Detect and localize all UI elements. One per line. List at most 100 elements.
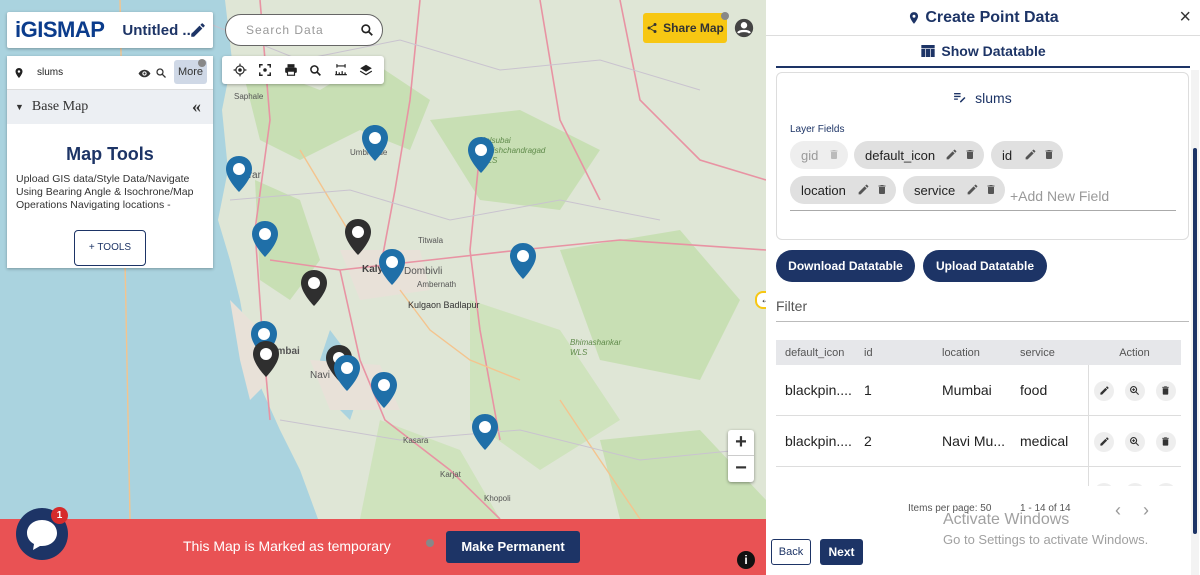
app-logo: iGISMAP xyxy=(15,17,105,42)
row-actions xyxy=(1088,467,1181,486)
measure-icon[interactable] xyxy=(334,63,348,77)
add-new-field-input[interactable]: +Add New Field xyxy=(1010,188,1109,204)
map-pin-icon[interactable] xyxy=(300,269,328,307)
map-pin-icon[interactable] xyxy=(225,155,253,193)
edit-row-button[interactable] xyxy=(1094,380,1115,401)
edit-row-button[interactable] xyxy=(1094,482,1115,486)
table-row[interactable]: blackpin 3 thane drainage xyxy=(776,467,1181,486)
row-actions xyxy=(1088,365,1181,416)
field-chip-id[interactable]: id xyxy=(991,141,1063,169)
location-pin-icon xyxy=(910,11,919,24)
edit-note-icon xyxy=(954,93,966,103)
map-pin-icon[interactable] xyxy=(378,248,406,286)
create-point-panel: Create Point Data × Show Datatable slums… xyxy=(766,0,1200,575)
search-icon[interactable] xyxy=(360,23,374,37)
show-datatable-label: Show Datatable xyxy=(941,43,1046,59)
layer-row[interactable]: slums More xyxy=(7,56,213,90)
delete-row-button[interactable] xyxy=(1155,380,1176,401)
banner-indicator-dot xyxy=(426,539,434,547)
temporary-map-message: This Map is Marked as temporary xyxy=(183,538,391,554)
fullscreen-icon[interactable] xyxy=(258,63,272,77)
table-header: default_icon id location service Action xyxy=(776,340,1181,365)
map-pin-icon[interactable] xyxy=(467,136,495,174)
col-default-icon[interactable]: default_icon xyxy=(776,347,855,359)
delete-row-button[interactable] xyxy=(1155,431,1176,452)
pencil-icon[interactable] xyxy=(189,21,207,39)
locate-icon[interactable] xyxy=(233,63,247,77)
delete-icon[interactable] xyxy=(964,148,976,161)
download-datatable-button[interactable]: Download Datatable xyxy=(776,250,915,282)
collapse-icon[interactable]: « xyxy=(192,96,201,117)
zoom-out-button[interactable]: − xyxy=(728,456,754,482)
map-pin-icon[interactable] xyxy=(251,220,279,258)
caret-down-icon: ▼ xyxy=(15,102,24,112)
info-icon[interactable]: i xyxy=(737,551,755,569)
col-location[interactable]: location xyxy=(933,347,1011,359)
print-icon[interactable] xyxy=(284,63,298,77)
table-row[interactable]: blackpin.... 2 Navi Mu... medical xyxy=(776,416,1181,467)
activation-watermark-title: Activate Windows xyxy=(943,511,1070,528)
map-pin-icon[interactable] xyxy=(333,354,361,392)
delete-row-button[interactable] xyxy=(1155,482,1176,486)
map-pin-icon[interactable] xyxy=(252,340,280,378)
back-button[interactable]: Back xyxy=(771,539,811,565)
filter-input[interactable]: Filter xyxy=(776,298,807,314)
delete-icon xyxy=(830,150,838,159)
share-map-button[interactable]: Share Map xyxy=(643,13,727,43)
delete-icon[interactable] xyxy=(1043,148,1055,161)
pencil-icon[interactable] xyxy=(1024,148,1037,161)
map-pin-icon[interactable] xyxy=(370,371,398,409)
close-icon[interactable]: × xyxy=(1179,6,1191,29)
layer-name: slums xyxy=(37,67,64,78)
activation-watermark-text: Go to Settings to activate Windows. xyxy=(943,532,1149,547)
app-header: iGISMAP Untitled ... xyxy=(7,12,213,48)
layer-title-text: slums xyxy=(975,90,1012,106)
make-permanent-button[interactable]: Make Permanent xyxy=(446,531,580,563)
panel-title: Create Point Data xyxy=(925,8,1059,26)
zoom-control: + − xyxy=(728,430,754,482)
map-pin-icon[interactable] xyxy=(509,242,537,280)
col-service[interactable]: service xyxy=(1011,347,1079,359)
eye-icon[interactable] xyxy=(138,67,151,80)
map-pin-icon[interactable] xyxy=(361,124,389,162)
map-pin-icon[interactable] xyxy=(344,218,372,256)
map-pin-icon[interactable] xyxy=(471,413,499,451)
basemap-row[interactable]: ▼ Base Map « xyxy=(7,90,213,124)
show-datatable-tab[interactable]: Show Datatable xyxy=(776,36,1190,68)
next-page-icon[interactable]: › xyxy=(1143,500,1171,520)
col-action: Action xyxy=(1119,346,1150,359)
map-canvas[interactable]: Kalyan Dombivli Ambernath Kulgaon Badlap… xyxy=(0,0,766,575)
panel-scrollbar-thumb[interactable] xyxy=(1193,148,1197,534)
field-chip-service[interactable]: service xyxy=(903,176,1005,204)
location-pin-icon xyxy=(15,67,23,78)
delete-icon[interactable] xyxy=(876,183,888,196)
zoom-row-button[interactable] xyxy=(1124,431,1145,452)
pencil-icon[interactable] xyxy=(857,183,870,196)
col-id[interactable]: id xyxy=(855,347,933,359)
search-area-icon[interactable] xyxy=(309,64,322,77)
upload-datatable-button[interactable]: Upload Datatable xyxy=(923,250,1047,282)
pencil-icon[interactable] xyxy=(945,148,958,161)
zoom-row-button[interactable] xyxy=(1124,380,1145,401)
layer-panel: slums More ▼ Base Map « Map Tools Upload… xyxy=(7,56,213,268)
layers-icon[interactable] xyxy=(359,63,373,77)
zoom-in-button[interactable]: + xyxy=(728,430,754,456)
edit-row-button[interactable] xyxy=(1094,431,1115,452)
share-indicator-dot xyxy=(721,12,729,20)
pencil-icon[interactable] xyxy=(966,183,979,196)
table-row[interactable]: blackpin.... 1 Mumbai food xyxy=(776,365,1181,416)
table-icon xyxy=(921,45,936,57)
zoom-to-layer-icon[interactable] xyxy=(155,67,167,79)
zoom-in-icon xyxy=(1130,386,1140,395)
delete-icon[interactable] xyxy=(985,183,997,196)
zoom-row-button[interactable] xyxy=(1124,482,1145,486)
next-button[interactable]: Next xyxy=(820,539,863,565)
field-chip-default-icon[interactable]: default_icon xyxy=(854,141,984,169)
add-tools-button[interactable]: + TOOLS xyxy=(74,230,146,266)
field-chip-location[interactable]: location xyxy=(790,176,896,204)
map-title[interactable]: Untitled ... xyxy=(122,22,195,39)
layer-fields-card: slums Layer Fields gid default_icon id l… xyxy=(776,72,1189,240)
basemap-label: Base Map xyxy=(31,99,89,114)
prev-page-icon[interactable]: ‹ xyxy=(1115,500,1143,520)
user-account-icon[interactable] xyxy=(733,17,755,39)
